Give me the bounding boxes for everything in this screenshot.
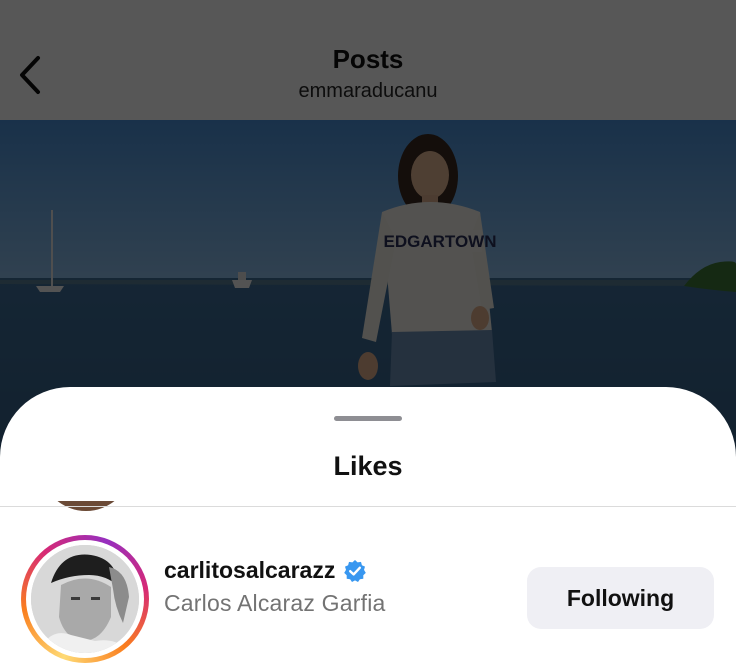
list-item[interactable]: carlitosalcarazz Carlos Alcaraz Garfia F… — [0, 527, 736, 663]
full-name: Carlos Alcaraz Garfia — [164, 590, 386, 616]
sweater-text: EDGARTOWN — [383, 232, 496, 251]
avatar — [31, 545, 139, 653]
verified-badge-icon — [344, 559, 367, 582]
likes-bottom-sheet: Likes carlitosalcarazz Carlos Alcaraz Ga… — [0, 387, 736, 668]
profile-username-link[interactable]: emmaraducanu — [0, 80, 736, 103]
divider — [0, 506, 736, 507]
sheet-title: Likes — [333, 451, 403, 481]
story-ring[interactable] — [21, 535, 149, 663]
post-header: Posts emmaraducanu — [0, 0, 736, 120]
page-title: Posts — [332, 44, 404, 74]
following-button[interactable]: Following — [527, 567, 714, 629]
username[interactable]: carlitosalcarazz — [164, 557, 335, 584]
sheet-drag-handle[interactable] — [334, 416, 402, 421]
